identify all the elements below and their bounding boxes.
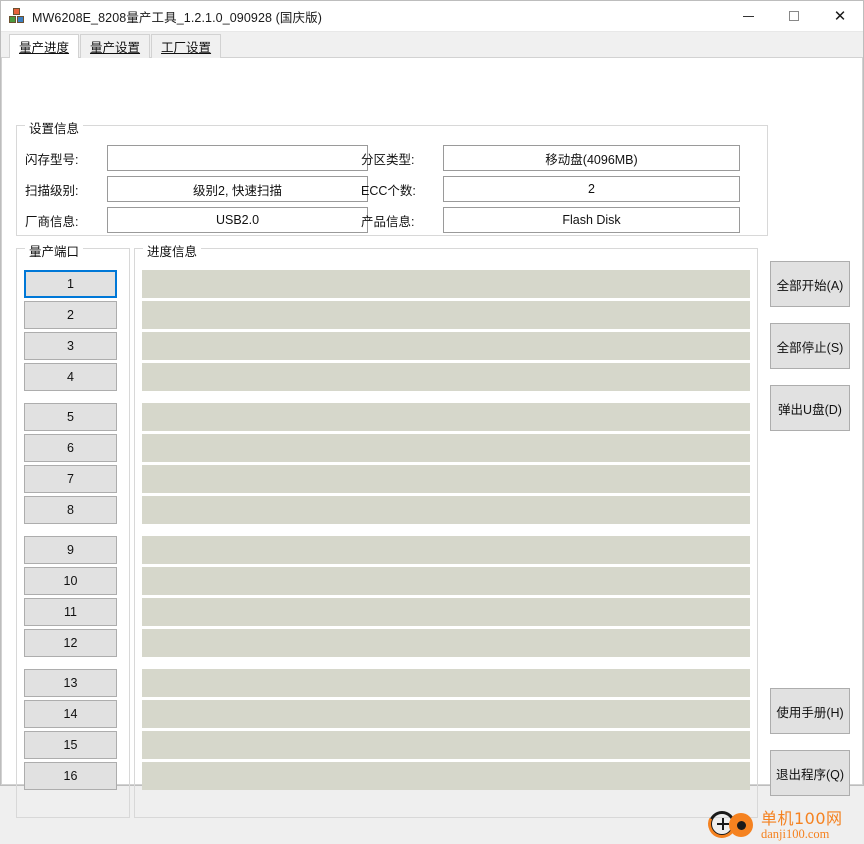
progress-bar-text [142,536,750,564]
settings-field-row: 分区类型: 移动盘(4096MB) [16,145,768,171]
progress-bar-5 [142,403,750,431]
progress-bar-text [142,270,750,298]
primary-actions: 全部开始(A) 全部停止(S) 弹出U盘(D) [770,261,850,447]
port-button-4[interactable]: 4 [24,363,117,391]
progress-bar-text [142,465,750,493]
progress-bar-3 [142,332,750,360]
manual-button[interactable]: 使用手册(H) [770,688,850,734]
progress-bar-text [142,567,750,595]
progress-bar-9 [142,536,750,564]
progress-bar-text [142,496,750,524]
progress-bar-7 [142,465,750,493]
port-button-1[interactable]: 1 [24,270,117,298]
port-button-6[interactable]: 6 [24,434,117,462]
progress-bar-10 [142,567,750,595]
port-button-8[interactable]: 8 [24,496,117,524]
window-title: MW6208E_8208量产工具_1.2.1.0_090928 (国庆版) [32,10,322,25]
port-button-14[interactable]: 14 [24,700,117,728]
settings-field-row: 产品信息: Flash Disk [16,207,768,233]
progress-bar-8 [142,496,750,524]
port-button-11[interactable]: 11 [24,598,117,626]
settings-field-value[interactable]: 移动盘(4096MB) [443,145,740,171]
port-group-separator [24,394,117,403]
settings-field-value[interactable]: 2 [443,176,740,202]
progress-bar-6 [142,434,750,462]
progress-info-title: 进度信息 [143,241,202,260]
progress-group-separator [142,394,750,403]
progress-bar-4 [142,363,750,391]
settings-field-row: ECC个数: 2 [16,176,768,202]
port-button-9[interactable]: 9 [24,536,117,564]
progress-bar-1 [142,270,750,298]
progress-info-group: 进度信息 [134,241,758,818]
progress-bar-11 [142,598,750,626]
close-button[interactable]: ✕ [817,1,863,31]
window-controls: ✕ [725,1,863,31]
progress-bar-text [142,363,750,391]
title-bar: MW6208E_8208量产工具_1.2.1.0_090928 (国庆版) ✕ [1,1,863,32]
progress-bar-2 [142,301,750,329]
progress-bar-text [142,332,750,360]
production-ports-title: 量产端口 [25,241,84,260]
progress-bar-list [142,270,750,793]
settings-field-label: 产品信息: [361,214,415,229]
port-group-separator [24,660,117,669]
settings-field-value[interactable]: Flash Disk [443,207,740,233]
tab-label: 量产进度 [19,41,70,55]
stop-all-button[interactable]: 全部停止(S) [770,323,850,369]
port-button-5[interactable]: 5 [24,403,117,431]
progress-bar-13 [142,669,750,697]
eject-usb-button[interactable]: 弹出U盘(D) [770,385,850,431]
progress-group-separator [142,660,750,669]
port-group-separator [24,527,117,536]
progress-bar-12 [142,629,750,657]
port-button-10[interactable]: 10 [24,567,117,595]
progress-bar-14 [142,700,750,728]
port-button-12[interactable]: 12 [24,629,117,657]
production-ports-group: 量产端口 1 2 3 4 5 6 7 8 9 10 11 12 13 14 15 16 [16,241,130,818]
minimize-button[interactable] [725,1,771,31]
progress-bar-text [142,434,750,462]
progress-bar-15 [142,731,750,759]
progress-bar-text [142,731,750,759]
application-window: MW6208E_8208量产工具_1.2.1.0_090928 (国庆版) ✕ … [0,0,864,842]
maximize-button[interactable] [771,1,817,31]
tab-2[interactable]: 工厂设置 [151,34,222,58]
port-button-7[interactable]: 7 [24,465,117,493]
progress-bar-text [142,629,750,657]
progress-bar-text [142,700,750,728]
settings-info-title: 设置信息 [25,118,84,137]
tab-0[interactable]: 量产进度 [9,34,80,58]
progress-bar-text [142,301,750,329]
settings-info-group: 设置信息 闪存型号: 分区类型: 移动盘(4096MB) 扫描级别: 级别2, 快速扫描… [16,118,768,236]
tab-page-production-progress: 设置信息 闪存型号: 分区类型: 移动盘(4096MB) 扫描级别: 级别2, 快速扫描… [1,58,863,842]
port-button-15[interactable]: 15 [24,731,117,759]
settings-field-label: 分区类型: [361,152,415,167]
progress-bar-text [142,669,750,697]
tab-strip: 量产进度 量产设置 工厂设置 [1,32,863,58]
progress-bar-text [142,403,750,431]
start-all-button[interactable]: 全部开始(A) [770,261,850,307]
quit-button[interactable]: 退出程序(Q) [770,750,850,796]
tab-label: 工厂设置 [161,41,212,55]
progress-group-separator [142,527,750,536]
tab-1[interactable]: 量产设置 [80,34,151,58]
watermark-url-text: danji100.com [761,826,830,841]
settings-field-label: ECC个数: [361,183,416,198]
port-button-list: 1 2 3 4 5 6 7 8 9 10 11 12 13 14 15 16 [24,270,117,793]
watermark-cn-text: 单机100网 [761,808,843,828]
tab-label: 量产设置 [90,41,141,55]
port-button-13[interactable]: 13 [24,669,117,697]
secondary-actions: 使用手册(H) 退出程序(Q) [770,688,850,812]
port-button-3[interactable]: 3 [24,332,117,360]
progress-bar-text [142,598,750,626]
close-icon: ✕ [833,6,847,25]
port-button-2[interactable]: 2 [24,301,117,329]
blocks-icon [9,8,25,24]
